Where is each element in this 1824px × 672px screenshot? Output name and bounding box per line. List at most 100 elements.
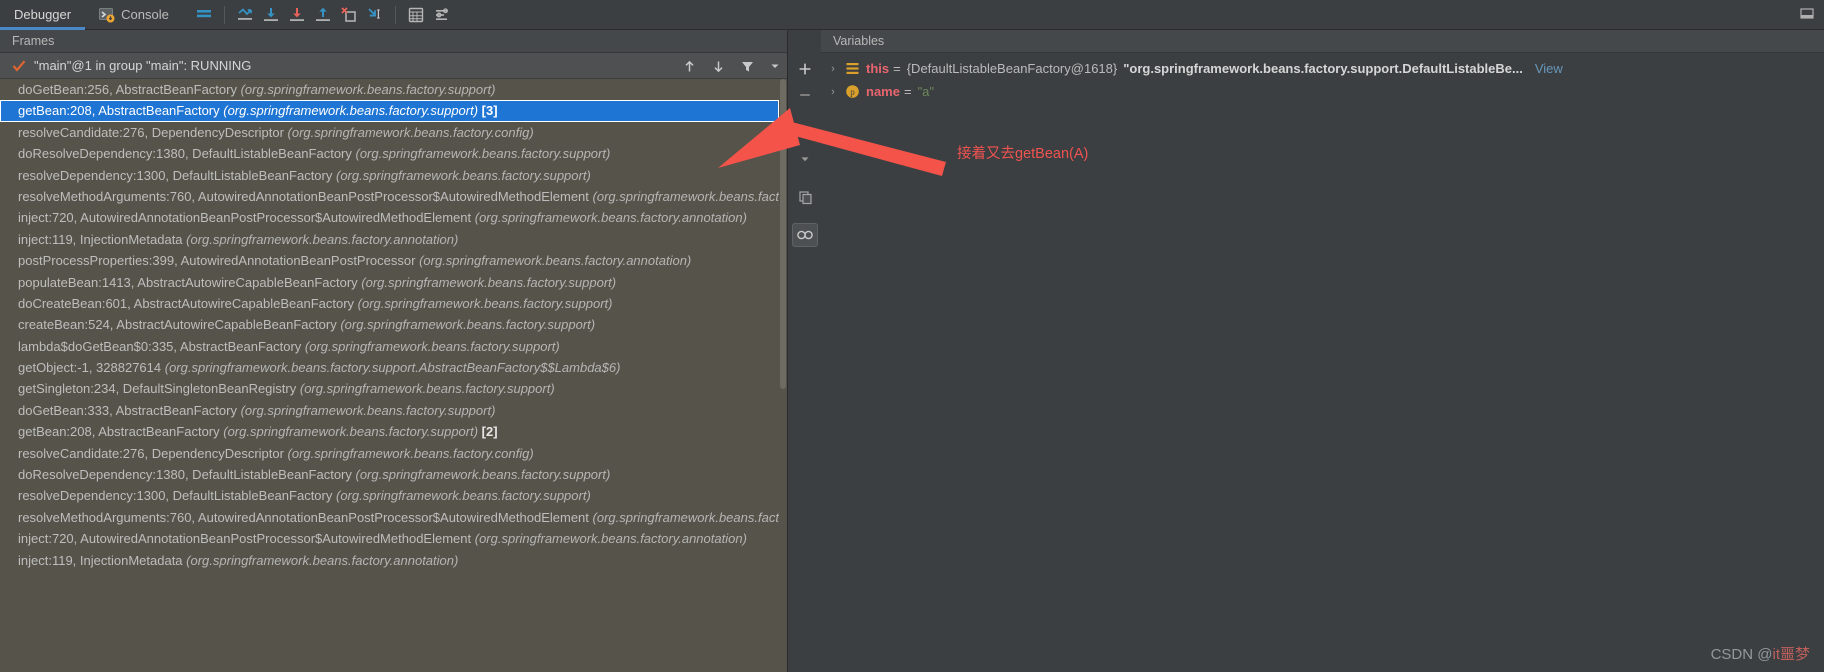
chevron-down-icon[interactable] xyxy=(769,60,781,72)
frame-package: (org.springframework.beans.factory.suppo… xyxy=(240,82,496,97)
hide-icon[interactable] xyxy=(1798,5,1816,23)
frame-row[interactable]: getSingleton:234, DefaultSingletonBeanRe… xyxy=(0,378,779,399)
frame-package: (org.springframework.beans.factory.suppo… xyxy=(223,424,479,440)
frame-method: resolveMethodArguments:760, AutowiredAnn… xyxy=(18,188,593,204)
frames-panel: Frames "main"@1 in group "main": RUNNING xyxy=(0,30,788,672)
frame-row[interactable]: doCreateBean:601, AbstractAutowireCapabl… xyxy=(0,293,779,314)
frame-package: (org.springframework.beans.factory.suppo… xyxy=(361,274,617,290)
frame-method: doGetBean:256, AbstractBeanFactory xyxy=(18,82,241,97)
settings-icon[interactable] xyxy=(429,2,455,28)
frame-package: (org.springframework.beans.factory.annot… xyxy=(419,253,692,269)
step-over-icon[interactable] xyxy=(258,2,284,28)
tab-debugger[interactable]: Debugger xyxy=(0,0,86,30)
force-step-into-icon[interactable] xyxy=(362,2,388,28)
frame-row[interactable]: inject:720, AutowiredAnnotationBeanPostP… xyxy=(0,207,779,228)
frame-package: (org.springframework.beans.factory.annot… xyxy=(474,210,747,226)
watch-down-button[interactable] xyxy=(792,147,818,171)
frame-package: (org.springframework.beans.factory.suppo… xyxy=(240,402,496,418)
drop-frame-icon[interactable] xyxy=(336,2,362,28)
layout-settings-icon[interactable] xyxy=(191,2,217,28)
frames-panel-title: Frames xyxy=(0,30,787,53)
frame-recursion-count: [2] xyxy=(478,424,498,440)
frame-recursion-count: [3] xyxy=(478,103,498,119)
frame-row[interactable]: postProcessProperties:399, AutowiredAnno… xyxy=(0,250,779,271)
remove-watch-button[interactable] xyxy=(792,83,818,107)
variables-panel-title: Variables xyxy=(821,30,1824,53)
variable-equals: = xyxy=(903,84,912,99)
frame-method: lambda$doGetBean$0:335, AbstractBeanFact… xyxy=(18,338,305,354)
variables-list[interactable]: › this = {DefaultListableBeanFactory@1618… xyxy=(821,53,1824,103)
frame-method: postProcessProperties:399, AutowiredAnno… xyxy=(18,253,420,269)
frame-row[interactable]: lambda$doGetBean$0:335, AbstractBeanFact… xyxy=(0,336,779,357)
frame-package: (org.springframework.beans.factory.annot… xyxy=(186,231,459,247)
frame-row[interactable]: populateBean:1413, AbstractAutowireCapab… xyxy=(0,272,779,293)
frame-row[interactable]: doResolveDependency:1380, DefaultListabl… xyxy=(0,464,779,485)
frame-row[interactable]: resolveCandidate:276, DependencyDescript… xyxy=(0,122,779,143)
variable-name: this xyxy=(866,61,890,76)
watermark-prefix: CSDN @ xyxy=(1710,646,1773,663)
step-into-icon[interactable] xyxy=(284,2,310,28)
chevron-right-icon[interactable]: › xyxy=(827,63,839,75)
filter-icon[interactable] xyxy=(740,59,755,74)
frame-method: resolveMethodArguments:760, AutowiredAnn… xyxy=(18,509,593,525)
frame-package: (org.springframework.beans.factory.suppo… xyxy=(335,488,591,504)
move-down-icon[interactable] xyxy=(711,59,726,74)
watermark: CSDN @it噩梦 xyxy=(1711,643,1810,664)
frame-package: (org.springframework.beans.factory.suppo… xyxy=(304,338,560,354)
frame-row[interactable]: getBean:208, AbstractBeanFactory (org.sp… xyxy=(0,100,779,122)
step-out-icon[interactable] xyxy=(310,2,336,28)
variable-value: "a" xyxy=(917,84,935,99)
frame-package: (org.springframework.beans.factory.confi… xyxy=(287,124,534,140)
check-icon xyxy=(12,59,26,73)
frame-row[interactable]: resolveDependency:1300, DefaultListableB… xyxy=(0,165,779,186)
watches-button[interactable] xyxy=(792,223,818,247)
frame-row[interactable]: resolveCandidate:276, DependencyDescript… xyxy=(0,443,779,464)
frames-scrollbar-thumb[interactable] xyxy=(780,79,786,389)
thread-label: "main"@1 in group "main": RUNNING xyxy=(34,58,252,73)
view-value-link[interactable]: View xyxy=(1535,61,1563,76)
evaluate-expression-icon[interactable] xyxy=(403,2,429,28)
variables-panel: Variables › this = {DefaultListableBeanFa… xyxy=(821,30,1824,672)
frame-method: inject:720, AutowiredAnnotationBeanPostP… xyxy=(18,210,475,226)
frame-row[interactable]: resolveDependency:1300, DefaultListableB… xyxy=(0,485,779,506)
chevron-right-icon[interactable]: › xyxy=(827,86,839,98)
frame-row[interactable]: doGetBean:333, AbstractBeanFactory (org.… xyxy=(0,400,779,421)
frame-package: (org.springframework.beans.factory.suppo… xyxy=(299,381,555,397)
frame-package: (org.springframework.beans.factory.suppo… xyxy=(335,167,591,183)
watermark-suffix: it噩梦 xyxy=(1772,646,1810,663)
toolbar-divider-2 xyxy=(394,5,396,24)
move-up-icon[interactable] xyxy=(682,59,697,74)
frame-method: inject:720, AutowiredAnnotationBeanPostP… xyxy=(18,531,475,547)
frame-row[interactable]: resolveMethodArguments:760, AutowiredAnn… xyxy=(0,186,779,207)
frame-method: doGetBean:333, AbstractBeanFactory xyxy=(18,402,241,418)
frame-row[interactable]: getBean:208, AbstractBeanFactory (org.sp… xyxy=(0,421,779,442)
frame-row[interactable]: doResolveDependency:1380, DefaultListabl… xyxy=(0,143,779,164)
tab-console-label: Console xyxy=(121,7,169,22)
thread-selector[interactable]: "main"@1 in group "main": RUNNING xyxy=(0,53,787,79)
tab-console[interactable]: Console xyxy=(85,0,183,30)
frame-row[interactable]: doGetBean:256, AbstractBeanFactory (org.… xyxy=(0,79,779,100)
frames-list[interactable]: doGetBean:256, AbstractBeanFactory (org.… xyxy=(0,79,779,672)
variable-row[interactable]: › this = {DefaultListableBeanFactory@1618… xyxy=(821,57,1824,80)
frame-method: getBean:208, AbstractBeanFactory xyxy=(18,424,224,440)
show-execution-point-icon[interactable] xyxy=(232,2,258,28)
frame-row[interactable]: getObject:-1, 328827614 (org.springframe… xyxy=(0,357,779,378)
watch-up-button[interactable] xyxy=(792,121,818,145)
debugger-window: Debugger Console Frames "main"@1 in grou… xyxy=(0,0,1824,672)
field-icon xyxy=(845,61,860,76)
debug-toolbar: Debugger Console xyxy=(0,0,1824,30)
frame-method: doCreateBean:601, AbstractAutowireCapabl… xyxy=(18,295,358,311)
frame-row[interactable]: inject:119, InjectionMetadata (org.sprin… xyxy=(0,550,779,571)
copy-value-button[interactable] xyxy=(792,185,818,209)
tab-debugger-label: Debugger xyxy=(14,7,72,22)
add-watch-button[interactable] xyxy=(792,57,818,81)
frame-row[interactable]: inject:119, InjectionMetadata (org.sprin… xyxy=(0,229,779,250)
frame-row[interactable]: inject:720, AutowiredAnnotationBeanPostP… xyxy=(0,528,779,549)
frame-method: resolveCandidate:276, DependencyDescript… xyxy=(18,124,288,140)
frame-row[interactable]: createBean:524, AbstractAutowireCapableB… xyxy=(0,314,779,335)
frame-method: doResolveDependency:1380, DefaultListabl… xyxy=(18,467,356,483)
frames-scrollbar[interactable] xyxy=(779,79,787,672)
variable-row[interactable]: › p name = "a" xyxy=(821,80,1824,103)
frame-row[interactable]: resolveMethodArguments:760, AutowiredAnn… xyxy=(0,507,779,528)
variable-object-ref: {DefaultListableBeanFactory@1618} xyxy=(906,61,1118,76)
